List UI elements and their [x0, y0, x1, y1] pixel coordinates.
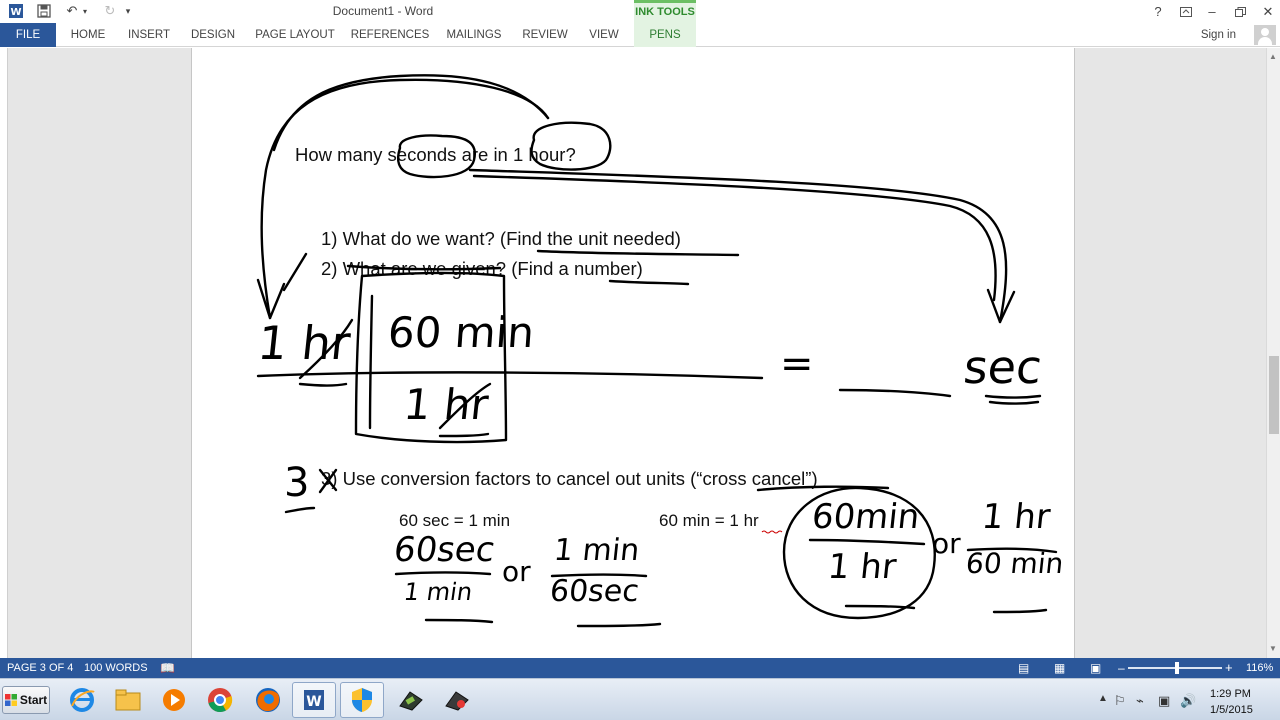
ink-given-quantity: 1 hr [255, 316, 353, 370]
step-3-text: 3) Use conversion factors to cancel out … [321, 468, 818, 489]
scrollbar-thumb[interactable] [1269, 356, 1279, 434]
tab-design[interactable]: DESIGN [186, 23, 240, 47]
show-hidden-icons[interactable]: ▲ [1098, 693, 1108, 704]
zoom-slider-thumb[interactable] [1175, 662, 1179, 674]
scroll-up-icon[interactable]: ▲ [1269, 52, 1277, 61]
ink-fraction-1-top: 60sec [391, 530, 498, 570]
internet-explorer-icon[interactable] [60, 682, 104, 718]
proofing-icon[interactable]: 📖 [160, 658, 175, 678]
ink-or-1: or [502, 555, 531, 588]
page-indicator[interactable]: PAGE 3 OF 4 [7, 658, 73, 678]
user-avatar[interactable] [1254, 25, 1276, 45]
clock-time[interactable]: 1:29 PM [1210, 688, 1251, 700]
step-1-text: 1) What do we want? (Find the unit neede… [321, 228, 681, 249]
tab-pens[interactable]: PENS [634, 23, 696, 47]
windows-logo-icon [4, 694, 17, 706]
tab-file[interactable]: FILE [0, 23, 56, 47]
power-plug-icon[interactable]: ⌁ [1136, 693, 1144, 709]
close-icon[interactable]: ✕ [1254, 0, 1280, 23]
ink-fraction-4-bottom: 60 min [964, 547, 1066, 580]
ribbon-display-options-icon[interactable] [1172, 0, 1200, 23]
app-window-icon[interactable] [388, 682, 432, 718]
word-taskbar-icon[interactable]: W [292, 682, 336, 718]
minimize-icon[interactable]: – [1198, 0, 1226, 23]
ribbon-tabs: FILE HOME INSERT DESIGN PAGE LAYOUT REFE… [0, 23, 1280, 47]
chrome-icon[interactable] [198, 682, 242, 718]
restore-icon[interactable] [1226, 0, 1254, 23]
ink-fraction-2-bottom: 60sec [548, 574, 641, 609]
start-button[interactable]: Start [2, 686, 50, 714]
ink-result-unit: sec [961, 340, 1045, 394]
print-layout-icon[interactable]: ▦ [1054, 658, 1065, 678]
file-explorer-icon[interactable] [106, 682, 150, 718]
flag-icon[interactable]: ⚐ [1114, 693, 1126, 709]
tab-references[interactable]: REFERENCES [350, 23, 430, 47]
tab-review[interactable]: REVIEW [518, 23, 572, 47]
conversion-fact-minutes: 60 min = 1 hr [659, 511, 759, 530]
conversion-fact-seconds: 60 sec = 1 min [399, 511, 511, 530]
help-icon[interactable]: ? [1144, 0, 1172, 23]
taskbar: Start W ▲ ⚐ ⌁ ▣ 🔊 1:29 PM 1/5/2015 [0, 678, 1280, 720]
web-layout-icon[interactable]: ▣ [1090, 658, 1101, 678]
ink-factor-denominator: 1 hr [401, 380, 491, 429]
media-player-icon[interactable] [152, 682, 196, 718]
ink-fraction-1-bottom: 1 min [402, 578, 475, 606]
zoom-level[interactable]: 116% [1246, 658, 1273, 678]
status-bar: PAGE 3 OF 4 100 WORDS 📖 ▤ ▦ ▣ – + 116% [0, 658, 1280, 678]
zoom-out-icon[interactable]: – [1118, 658, 1125, 678]
security-shield-icon[interactable] [340, 682, 384, 718]
ink-fraction-2-top: 1 min [552, 533, 642, 568]
left-margin-strip [0, 48, 8, 658]
start-label: Start [19, 693, 48, 707]
tab-mailings[interactable]: MAILINGS [442, 23, 506, 47]
ink-tools-group-label: INK TOOLS [634, 0, 696, 23]
word-window: W ↶ ▾ ↻ ▾ Document1 - Word INK TOOLS ? –… [0, 0, 1280, 720]
tab-view[interactable]: VIEW [584, 23, 624, 47]
tab-home[interactable]: HOME [62, 23, 114, 47]
question-text: How many seconds are in 1 hour? [295, 144, 576, 165]
read-mode-icon[interactable]: ▤ [1018, 658, 1029, 678]
screen-recorder-icon[interactable] [434, 682, 478, 718]
tab-insert[interactable]: INSERT [122, 23, 176, 47]
title-bar: W ↶ ▾ ↻ ▾ Document1 - Word INK TOOLS ? –… [0, 0, 1280, 23]
ink-fraction-3-bottom: 1 hr [825, 547, 899, 587]
ink-fraction-3-top: 60min [809, 497, 922, 537]
step-2-text: 2) What are we given? (Find a number) [321, 258, 643, 279]
ink-step-number: 3 [284, 460, 310, 506]
ink-equals-sign: = [780, 341, 814, 387]
ink-factor-numerator: 60 min [386, 308, 536, 357]
tab-page-layout[interactable]: PAGE LAYOUT [252, 23, 338, 47]
zoom-in-icon[interactable]: + [1225, 658, 1233, 678]
volume-icon[interactable]: 🔊 [1180, 693, 1196, 709]
vertical-scrollbar[interactable]: ▲ ▼ [1266, 48, 1280, 658]
firefox-icon[interactable] [246, 682, 290, 718]
word-count[interactable]: 100 WORDS [84, 658, 148, 678]
svg-text:W: W [306, 694, 321, 710]
ink-or-2: or [932, 527, 961, 560]
scroll-down-icon[interactable]: ▼ [1269, 644, 1277, 653]
sign-in-link[interactable]: Sign in [1201, 23, 1236, 47]
clock-date[interactable]: 1/5/2015 [1210, 704, 1253, 716]
network-icon[interactable]: ▣ [1158, 693, 1170, 709]
ink-fraction-4-top: 1 hr [979, 497, 1053, 537]
